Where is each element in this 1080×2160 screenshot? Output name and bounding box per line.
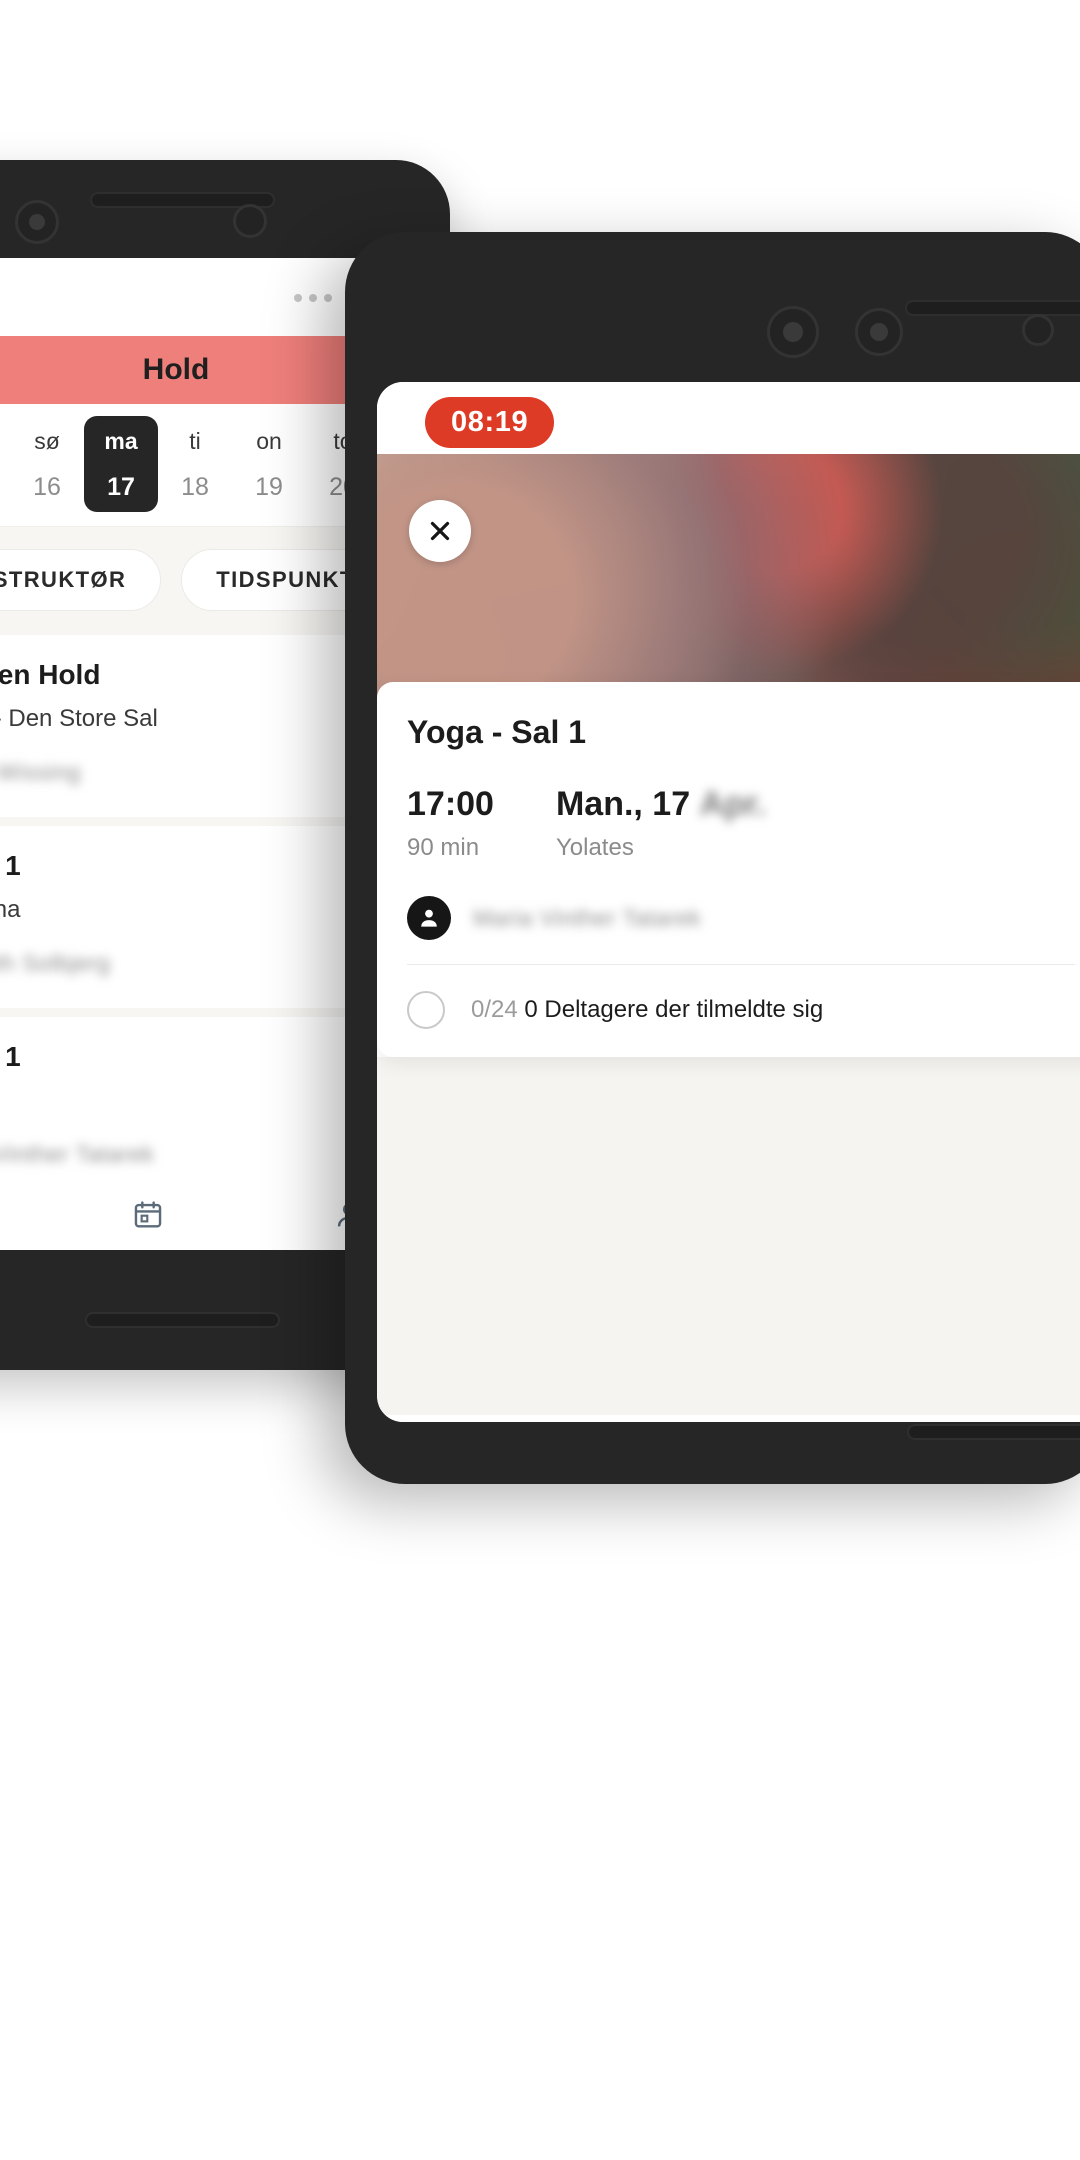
front-status-bar: 08:19 [377,382,1080,454]
calendar-icon[interactable] [131,1198,165,1232]
date-dow: ma [104,428,138,454]
date-cell-16[interactable]: sø 16 [10,416,84,512]
front-camera-secondary-icon [855,308,903,356]
class-location-text: Thai Sal - Den Store Sal [0,705,158,732]
detail-time-grid: 17:00 90 min Man., 17 Apr. Yolates [407,785,1075,862]
front-time-badge: 08:19 [425,397,555,448]
date-num: 19 [255,473,283,501]
bottom-speaker [85,1312,280,1328]
close-button[interactable] [409,500,471,562]
date-cell-19[interactable]: on 19 [232,416,306,512]
date-cell-18[interactable]: ti 18 [158,416,232,512]
sensor-icon [1022,314,1054,346]
detail-date-col: Man., 17 Apr. Yolates [556,785,766,862]
detail-time-col: 17:00 90 min [407,785,494,862]
date-cell-17-selected[interactable]: ma 17 [84,416,158,512]
class-instructor-name: Jonas Wissing [0,758,81,785]
screenshot-stage: 08:19 Hold fr 14 lø 15 sø [0,0,1080,2160]
detail-start-time: 17:00 [407,785,494,823]
sensor-icon [233,204,267,238]
date-dow: on [256,428,282,454]
attendance-capacity: 0/24 [471,996,518,1023]
detail-date-month: Apr. [699,785,766,823]
class-location-text: Rolig hatha [0,896,21,923]
book-action-area: Book [377,1415,1080,1422]
date-num: 15 [0,473,10,502]
attendance-label: 0 Deltagere der tilmeldte sig [524,996,824,1023]
attendance-text: 0/24 0 Deltagere der tilmeldte sig [471,996,823,1024]
detail-body-spacer [377,1057,1080,1415]
detail-attendance-row[interactable]: 0/24 0 Deltagere der tilmeldte sig [407,965,1075,1029]
detail-title: Yoga - Sal 1 [407,714,587,750]
date-num: 16 [33,473,61,501]
detail-instructor-name: Maria Vinther Tatarek [473,904,702,931]
class-detail-card: Yoga - Sal 1 17:00 90 min Man., 17 Apr. … [377,682,1080,1057]
detail-instructor-row: Maria Vinther Tatarek [407,896,1075,965]
front-phone-device: 08:19 Yoga - Sal 1 17:00 90 min Man., 17… [345,232,1080,1484]
front-camera-icon [15,200,59,244]
bottom-speaker [907,1424,1080,1440]
date-num: 17 [107,473,135,501]
date-dow: lø [0,428,10,455]
filter-chip-instructor[interactable]: INSTRUKTØR [0,549,162,611]
back-page-title: Hold [142,353,210,386]
detail-class-type: Yolates [555,834,634,861]
detail-duration: 90 min [407,834,480,861]
front-camera-icon [767,306,819,358]
detail-date-text: Man., 17 [555,785,691,823]
detail-date: Man., 17 Apr. [556,785,766,824]
person-icon [407,896,451,940]
attendance-toggle-icon[interactable] [407,991,445,1029]
date-dow: ti [189,428,201,454]
earpiece-speaker [905,300,1080,316]
class-instructor-name: Kenneth Solbjerg [0,949,111,976]
close-icon [430,521,450,541]
class-instructor-name: Maria Vinther Tatarek [0,1140,155,1167]
date-num: 18 [181,473,209,501]
date-cell-15[interactable]: lø 15 [0,416,10,512]
front-phone-screen: 08:19 Yoga - Sal 1 17:00 90 min Man., 17… [377,382,1080,1422]
date-dow: sø [34,428,60,454]
overflow-dots-icon[interactable] [294,294,332,302]
